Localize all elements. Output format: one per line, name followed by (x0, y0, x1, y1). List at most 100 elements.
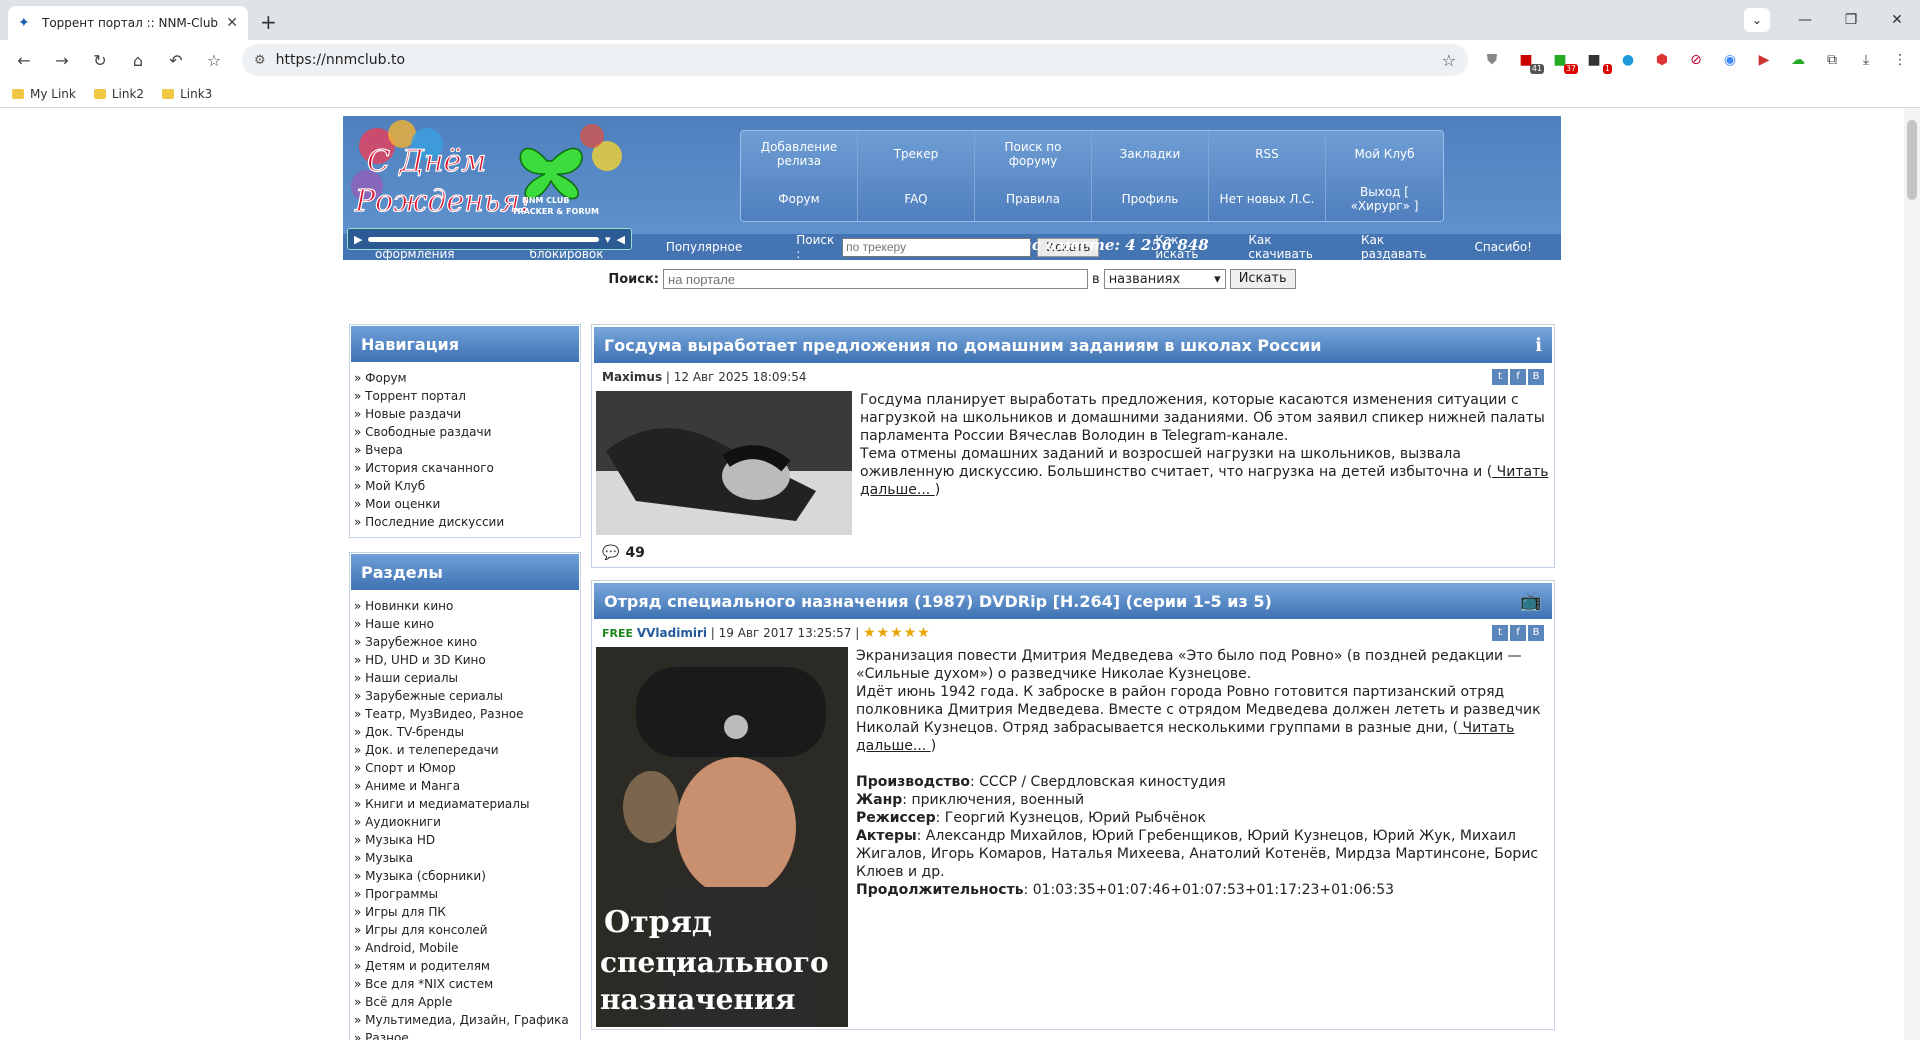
nav-logout[interactable]: Выход [ «Хирург» ] (1326, 176, 1443, 221)
sections-item[interactable]: Музыка (354, 849, 576, 867)
close-window-icon[interactable]: ✕ (1874, 12, 1920, 28)
sections-item[interactable]: Театр, МузВидео, Разное (354, 705, 576, 723)
back-icon[interactable]: ← (8, 51, 40, 70)
url-text[interactable]: https://nnmclub.to (276, 52, 1432, 68)
tracker-search-input[interactable] (842, 237, 1032, 257)
link-how-seed[interactable]: Как раздавать (1361, 233, 1445, 261)
ext-video-icon[interactable]: ▶ (1752, 48, 1776, 72)
bookmark-star-icon[interactable]: ☆ (198, 51, 230, 70)
sections-item[interactable]: Новинки кино (354, 597, 576, 615)
sections-item[interactable]: Спорт и Юмор (354, 759, 576, 777)
browser-tab[interactable]: ✦ Торрент портал :: NNM-Club ✕ (8, 6, 248, 40)
nav-tracker[interactable]: Трекер (858, 131, 975, 176)
post-author[interactable]: Maximus (602, 370, 662, 384)
sections-item[interactable]: Аудиокниги (354, 813, 576, 831)
search-scope-select[interactable]: названиях ▾ (1103, 269, 1226, 289)
play-icon[interactable]: ▶ (354, 233, 362, 246)
link-how-download[interactable]: Как скачивать (1248, 233, 1332, 261)
sections-item[interactable]: Наши сериалы (354, 669, 576, 687)
sections-item[interactable]: Музыка HD (354, 831, 576, 849)
nav-item[interactable]: Мои оценки (354, 495, 576, 513)
portal-search-input[interactable] (663, 269, 1089, 289)
nav-item[interactable]: Последние дискуссии (354, 513, 576, 531)
nav-bookmarks[interactable]: Закладки (1092, 131, 1209, 176)
site-info-icon[interactable]: ⚙ (254, 53, 266, 68)
sections-item[interactable]: Книги и медиаматериалы (354, 795, 576, 813)
minimize-icon[interactable]: — (1782, 12, 1828, 28)
sections-item[interactable]: Детям и родителям (354, 957, 576, 975)
comments-count[interactable]: 💬 49 (594, 535, 1552, 565)
link-thanks[interactable]: Спасибо! (1474, 240, 1532, 254)
nav-item[interactable]: Мой Клуб (354, 477, 576, 495)
sections-item[interactable]: Музыка (сборники) (354, 867, 576, 885)
bookmark-my-link[interactable]: My Link (12, 87, 76, 101)
nav-item[interactable]: Торрент портал (354, 387, 576, 405)
ext-google-icon[interactable]: ◉ (1718, 48, 1742, 72)
portal-search-button[interactable]: Искать (1229, 269, 1296, 289)
star-icon[interactable]: ☆ (1442, 51, 1456, 70)
nav-messages[interactable]: Нет новых Л.С. (1209, 176, 1326, 221)
sections-item[interactable]: Android, Mobile (354, 939, 576, 957)
nav-rules[interactable]: Правила (975, 176, 1092, 221)
ext-dark-icon[interactable]: ■ 1 (1582, 48, 1612, 74)
home-icon[interactable]: ⌂ (122, 51, 154, 70)
facebook-share-icon[interactable]: f (1510, 625, 1526, 641)
page-scrollbar[interactable] (1904, 108, 1920, 1040)
ext-red-icon[interactable]: ■ 41 (1514, 48, 1544, 74)
sections-item[interactable]: Всё для Apple (354, 993, 576, 1011)
sections-item[interactable]: Зарубежное кино (354, 633, 576, 651)
twitter-share-icon[interactable]: t (1492, 625, 1508, 641)
chevron-down-icon[interactable]: ▾ (605, 233, 611, 246)
sections-item[interactable]: Все для *NIX систем (354, 975, 576, 993)
restore-icon[interactable]: ❐ (1828, 12, 1874, 28)
ext-green-icon[interactable]: ■ 37 (1548, 48, 1578, 74)
download-icon[interactable]: ⤓ (1854, 48, 1878, 72)
sections-item[interactable]: Зарубежные сериалы (354, 687, 576, 705)
nav-forum-search[interactable]: Поиск по форуму (975, 131, 1092, 176)
sections-item[interactable]: Мультимедиа, Дизайн, Графика (354, 1011, 576, 1029)
ext-block-icon[interactable]: ⊘ (1684, 48, 1708, 72)
movie-poster[interactable]: Отряд специального назначения (596, 647, 848, 1027)
tab-search-icon[interactable]: ⌄ (1744, 8, 1770, 32)
facebook-share-icon[interactable]: f (1510, 369, 1526, 385)
nav-item[interactable]: Новые раздачи (354, 405, 576, 423)
sections-item[interactable]: Аниме и Манга (354, 777, 576, 795)
sections-item[interactable]: Разное (354, 1029, 576, 1040)
undo-icon[interactable]: ↶ (160, 51, 192, 70)
extensions-puzzle-icon[interactable]: ⧉ (1820, 48, 1844, 72)
sections-item[interactable]: Игры для ПК (354, 903, 576, 921)
nav-faq[interactable]: FAQ (858, 176, 975, 221)
ext-blue-icon[interactable]: ● (1616, 48, 1640, 72)
player-progress[interactable] (368, 236, 599, 242)
nav-forum[interactable]: Форум (741, 176, 858, 221)
ext-vpn-icon[interactable]: ☁ (1786, 48, 1810, 72)
new-tab-icon[interactable]: + (260, 10, 277, 34)
link-popular[interactable]: Популярное (666, 240, 742, 254)
post-title[interactable]: Отряд специального назначения (1987) DVD… (604, 592, 1272, 611)
sections-item[interactable]: Док. и телепередачи (354, 741, 576, 759)
bookmark-link2[interactable]: Link2 (93, 87, 144, 101)
nav-profile[interactable]: Профиль (1092, 176, 1209, 221)
scrollbar-thumb[interactable] (1907, 120, 1917, 200)
nav-item[interactable]: Свободные раздачи (354, 423, 576, 441)
vk-share-icon[interactable]: B (1528, 625, 1544, 641)
bookmark-link3[interactable]: Link3 (162, 87, 212, 101)
nav-add-release[interactable]: Добавление релиза (741, 131, 858, 176)
vk-share-icon[interactable]: B (1528, 369, 1544, 385)
ext-adblock-icon[interactable]: ⬢ (1650, 48, 1674, 72)
nav-my-club[interactable]: Мой Клуб (1326, 131, 1443, 176)
shield-ext-icon[interactable]: ⛊ (1480, 48, 1504, 72)
post-title[interactable]: Госдума выработает предложения по домашн… (604, 336, 1321, 355)
volume-icon[interactable]: ◀ (617, 233, 625, 246)
forward-icon[interactable]: → (46, 51, 78, 70)
nav-item[interactable]: История скачанного (354, 459, 576, 477)
twitter-share-icon[interactable]: t (1492, 369, 1508, 385)
birthday-logo[interactable]: С Днём Рожденья! NNM CLUB TRACKER & FORU… (347, 116, 637, 226)
nav-item[interactable]: Вчера (354, 441, 576, 459)
address-bar[interactable]: ⚙ https://nnmclub.to ☆ (242, 44, 1468, 76)
sections-item[interactable]: HD, UHD и 3D Кино (354, 651, 576, 669)
close-tab-icon[interactable]: ✕ (226, 15, 238, 31)
menu-icon[interactable]: ⋮ (1888, 48, 1912, 72)
reload-icon[interactable]: ↻ (84, 51, 116, 70)
nav-rss[interactable]: RSS (1209, 131, 1326, 176)
